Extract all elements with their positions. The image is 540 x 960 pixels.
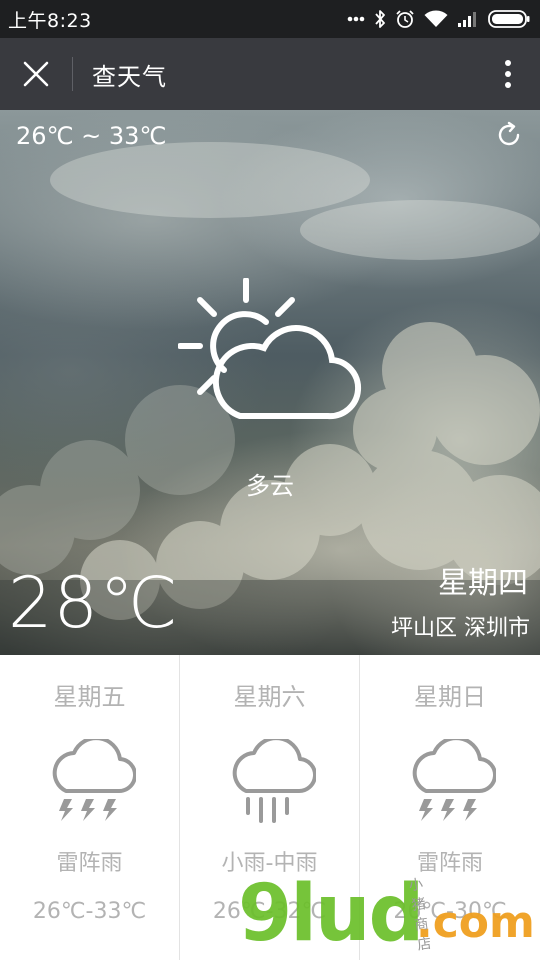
forecast-range: 26℃-30℃ — [393, 899, 507, 924]
status-time: 上午8:23 — [8, 9, 92, 32]
status-icons — [347, 9, 530, 29]
forecast-condition: 雷阵雨 — [416, 851, 483, 876]
close-button[interactable] — [0, 38, 72, 110]
forecast-day: 星期六 小雨-中雨 26℃-32℃ — [180, 655, 360, 960]
current-weekday: 星期四 — [438, 566, 528, 601]
battery-icon — [488, 10, 530, 28]
signal-icon — [458, 12, 476, 27]
forecast-day: 星期五 雷阵雨 26℃-33℃ — [0, 655, 180, 960]
partly-cloudy-icon — [178, 278, 361, 420]
forecast-condition: 雷阵雨 — [56, 851, 123, 876]
forecast-condition: 小雨-中雨 — [221, 851, 318, 876]
title-bar: 查天气 — [0, 38, 540, 110]
forecast-weekday: 星期五 — [53, 683, 126, 711]
bluetooth-icon — [375, 10, 385, 28]
dots-icon — [347, 16, 365, 22]
title-divider — [72, 57, 73, 91]
refresh-button[interactable] — [494, 120, 524, 150]
status-bar: 上午8:23 — [0, 0, 540, 38]
current-temperature: 28℃ — [8, 562, 179, 644]
wifi-icon — [424, 10, 448, 27]
location: 坪山区 深圳市 — [391, 616, 530, 641]
rain-icon — [232, 739, 316, 823]
forecast-range: 26℃-32℃ — [212, 899, 327, 924]
more-options-button[interactable] — [476, 38, 540, 110]
thunderstorm-icon — [412, 739, 496, 821]
forecast-weekday: 星期六 — [233, 683, 306, 711]
close-icon — [23, 61, 49, 87]
current-condition: 多云 — [246, 472, 294, 500]
alarm-icon — [396, 10, 414, 28]
refresh-icon — [498, 121, 520, 146]
temperature-range: 26℃ ~ 33℃ — [16, 122, 167, 150]
weather-hero: 26℃ ~ 33℃ 多云 28℃ 星期四 坪山区 深圳市 — [0, 110, 540, 655]
page-title: 查天气 — [92, 62, 167, 91]
forecast-range: 26℃-33℃ — [32, 899, 147, 924]
forecast-weekday: 星期日 — [414, 683, 486, 711]
thunderstorm-icon — [52, 739, 136, 821]
forecast: 星期五 雷阵雨 26℃-33℃ 星期六 小雨-中雨 26℃-32℃ 星期日 雷阵… — [0, 655, 540, 960]
forecast-day: 星期日 雷阵雨 26℃-30℃ — [360, 655, 540, 960]
more-vertical-icon — [505, 60, 511, 88]
